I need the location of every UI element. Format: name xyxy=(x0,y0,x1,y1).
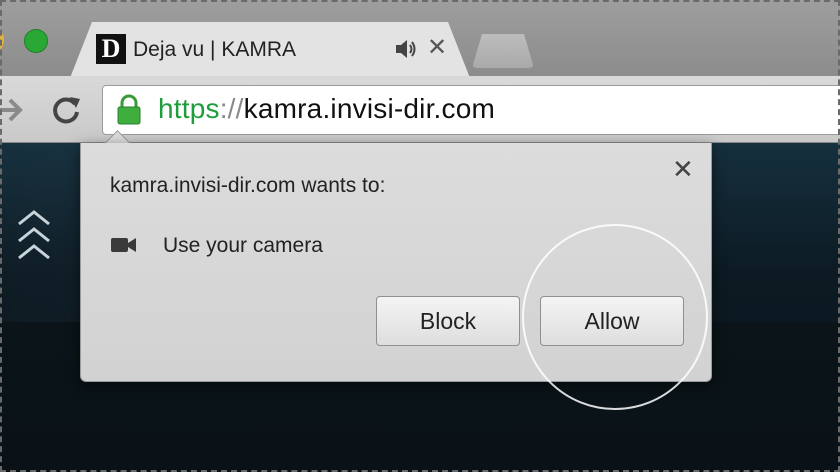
permission-heading: kamra.invisi-dir.com wants to: xyxy=(110,174,386,197)
camera-icon xyxy=(111,238,136,252)
permission-camera-label: Use your camera xyxy=(163,234,323,257)
lock-icon[interactable] xyxy=(116,94,142,126)
highlight-circle xyxy=(522,224,708,410)
new-tab-button[interactable] xyxy=(472,34,534,68)
url-host: kamra.invisi-dir.com xyxy=(243,93,496,124)
speaker-icon[interactable] xyxy=(394,38,418,60)
url-text[interactable]: https://kamra.invisi-dir.com xyxy=(158,93,495,125)
block-button[interactable]: Block xyxy=(376,296,520,346)
tab-title: Deja vu | KAMRA xyxy=(133,38,297,61)
chevrons-up-icon[interactable] xyxy=(16,206,52,264)
url-scheme: https xyxy=(158,93,220,124)
site-favicon: D xyxy=(96,34,126,64)
window-zoom-button[interactable] xyxy=(24,29,48,53)
url-separator: :// xyxy=(219,93,244,124)
reload-icon[interactable] xyxy=(50,94,82,126)
forward-icon[interactable] xyxy=(0,96,26,124)
bubble-close-icon[interactable]: ✕ xyxy=(672,156,694,182)
tab-close-icon[interactable]: ✕ xyxy=(427,34,447,62)
